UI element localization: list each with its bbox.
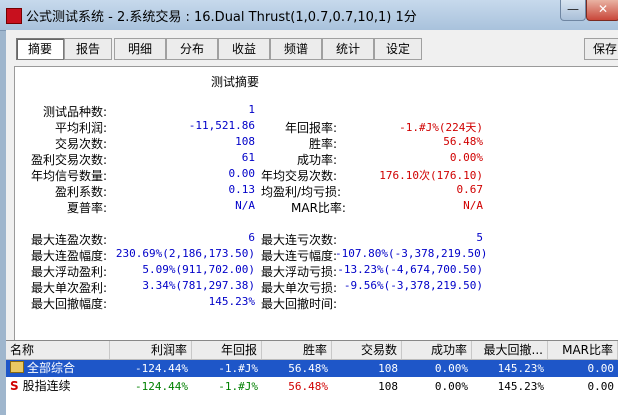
value-max-win-range: 230.69%(2,186,173.50) bbox=[115, 247, 255, 260]
tab-spectrum[interactable]: 频谱 bbox=[270, 38, 322, 60]
column-header-trade-count[interactable]: 交易数 bbox=[332, 341, 402, 359]
column-header-win-rate[interactable]: 胜率 bbox=[262, 341, 332, 359]
label-win-trades: 盈利交易次数: bbox=[31, 153, 108, 167]
column-header-name[interactable]: 名称 bbox=[6, 341, 110, 359]
tab-settings[interactable]: 设定 bbox=[374, 38, 422, 60]
window-title: 公式测试系统 - 2.系统交易 : 16.Dual Thrust(1,0.7,0… bbox=[26, 10, 417, 25]
value-sharpe: N/A bbox=[235, 199, 255, 212]
label-max-float-profit: 最大浮动盈利: bbox=[31, 265, 108, 279]
value-trade-count: 108 bbox=[235, 135, 255, 148]
label-avg-win-loss: 均盈利/均亏损: bbox=[261, 185, 342, 199]
cell-win-rate: 56.48% bbox=[288, 380, 328, 393]
label-win-rate: 胜率: bbox=[309, 137, 338, 151]
label-max-single-loss: 最大单次亏损: bbox=[261, 281, 338, 295]
label-sharpe: 夏普率: bbox=[67, 201, 108, 215]
row-name-cell: S 股指连续 bbox=[6, 378, 110, 395]
label-max-single-profit: 最大单次盈利: bbox=[31, 281, 108, 295]
value-instrument-count: 1 bbox=[248, 103, 255, 116]
cell-max-drawdown: 145.23% bbox=[472, 360, 548, 377]
cell-trade-count: 108 bbox=[378, 380, 398, 393]
row-name: 全部综合 bbox=[27, 361, 76, 375]
value-max-consec-wins: 6 bbox=[248, 231, 255, 244]
column-header-success-rate[interactable]: 成功率 bbox=[402, 341, 472, 359]
column-header-mar-ratio[interactable]: MAR比率 bbox=[548, 341, 618, 359]
table-row[interactable]: 全部综合 -124.44% -1.#J% 56.48% 108 0.00% 14… bbox=[6, 360, 618, 377]
cell-profit-rate: -124.44% bbox=[110, 360, 192, 377]
value-max-single-loss: -9.56%(-3,378,219.50) bbox=[343, 279, 483, 292]
label-max-loss-range: 最大连亏幅度: bbox=[261, 249, 338, 263]
value-max-single-profit: 3.34%(781,297.38) bbox=[142, 279, 255, 292]
label-max-drawdown: 最大回撤幅度: bbox=[31, 297, 108, 311]
row-name: 股指连续 bbox=[22, 379, 71, 393]
cell-mar-ratio: 0.00 bbox=[587, 380, 615, 393]
title-bar: 公式测试系统 - 2.系统交易 : 16.Dual Thrust(1,0.7,0… bbox=[0, 0, 618, 31]
folder-icon bbox=[10, 361, 24, 373]
label-max-consec-wins: 最大连盈次数: bbox=[31, 233, 108, 247]
table-header: 名称 利润率 年回报 胜率 交易数 成功率 最大回撤... MAR比率 bbox=[6, 341, 618, 360]
cell-win-rate: 56.48% bbox=[262, 360, 332, 377]
label-annual-signals: 年均信号数量: bbox=[31, 169, 108, 183]
main-panel: 摘要 报告 明细 分布 收益 频谱 统计 设定 保存 测试摘要 测试品种数: 1… bbox=[6, 30, 618, 415]
value-avg-profit: -11,521.86 bbox=[188, 119, 255, 132]
tab-detail[interactable]: 明细 bbox=[114, 38, 166, 60]
label-annual-trades: 年均交易次数: bbox=[261, 169, 338, 183]
cell-annual-return: -1.#J% bbox=[218, 380, 258, 393]
value-profit-factor: 0.13 bbox=[228, 183, 256, 196]
value-max-float-loss: -13.23%(-4,674,700.50) bbox=[337, 263, 483, 276]
value-annual-return: -1.#J%(224天) bbox=[399, 121, 483, 134]
label-max-float-loss: 最大浮动亏损: bbox=[261, 265, 338, 279]
label-instrument-count: 测试品种数: bbox=[43, 105, 108, 119]
value-max-loss-range: -107.80%(-3,378,219.50) bbox=[335, 247, 488, 260]
app-icon bbox=[6, 8, 22, 24]
label-avg-profit: 平均利润: bbox=[55, 121, 108, 135]
s-logo-icon: S bbox=[10, 379, 19, 393]
label-max-drawdown-time: 最大回撤时间: bbox=[261, 297, 338, 311]
value-max-float-profit: 5.09%(911,702.00) bbox=[142, 263, 255, 276]
tab-report[interactable]: 报告 bbox=[64, 38, 112, 60]
tab-summary[interactable]: 摘要 bbox=[16, 38, 64, 60]
cell-success-rate: 0.00% bbox=[402, 360, 472, 377]
cell-success-rate: 0.00% bbox=[434, 380, 468, 393]
toolbar: 摘要 报告 明细 分布 收益 频谱 统计 设定 保存 bbox=[6, 30, 618, 62]
summary-title: 测试摘要 bbox=[211, 75, 260, 89]
label-mar-ratio: MAR比率: bbox=[291, 201, 346, 215]
cell-mar-ratio: 0.00 bbox=[548, 360, 618, 377]
cell-trade-count: 108 bbox=[332, 360, 402, 377]
label-success-rate: 成功率: bbox=[297, 153, 338, 167]
label-trade-count: 交易次数: bbox=[55, 137, 108, 151]
close-button[interactable]: ✕ bbox=[586, 0, 618, 21]
value-success-rate: 0.00% bbox=[449, 151, 483, 164]
column-header-max-drawdown[interactable]: 最大回撤... bbox=[472, 341, 548, 359]
tab-distribution[interactable]: 分布 bbox=[166, 38, 218, 60]
table-row[interactable]: S 股指连续 -124.44% -1.#J% 56.48% 108 0.00% 1… bbox=[6, 378, 618, 395]
value-avg-win-loss: 0.67 bbox=[456, 183, 484, 196]
summary-panel: 测试摘要 测试品种数: 1 平均利润: -11,521.86 交易次数: 108… bbox=[14, 66, 618, 343]
value-max-consec-losses: 5 bbox=[476, 231, 483, 244]
label-max-win-range: 最大连盈幅度: bbox=[31, 249, 108, 263]
value-win-trades: 61 bbox=[241, 151, 255, 164]
column-header-profit-rate[interactable]: 利润率 bbox=[110, 341, 192, 359]
tab-statistics[interactable]: 统计 bbox=[322, 38, 374, 60]
results-table: 名称 利润率 年回报 胜率 交易数 成功率 最大回撤... MAR比率 全部综合… bbox=[6, 340, 618, 415]
cell-profit-rate: -124.44% bbox=[135, 380, 188, 393]
value-win-rate: 56.48% bbox=[443, 135, 483, 148]
value-max-drawdown: 145.23% bbox=[208, 295, 255, 308]
row-name-cell: 全部综合 bbox=[6, 360, 110, 377]
minimize-button[interactable]: — bbox=[560, 0, 586, 21]
column-header-annual-return[interactable]: 年回报 bbox=[192, 341, 262, 359]
save-button[interactable]: 保存 bbox=[584, 38, 618, 60]
cell-max-drawdown: 145.23% bbox=[497, 380, 544, 393]
value-annual-trades: 176.10次(176.10) bbox=[379, 169, 483, 182]
label-profit-factor: 盈利系数: bbox=[55, 185, 108, 199]
cell-annual-return: -1.#J% bbox=[192, 360, 262, 377]
value-mar-ratio: N/A bbox=[463, 199, 483, 212]
value-annual-signals: 0.00 bbox=[228, 167, 256, 180]
label-annual-return: 年回报率: bbox=[285, 121, 338, 135]
label-max-consec-losses: 最大连亏次数: bbox=[261, 233, 338, 247]
tab-profit[interactable]: 收益 bbox=[218, 38, 270, 60]
